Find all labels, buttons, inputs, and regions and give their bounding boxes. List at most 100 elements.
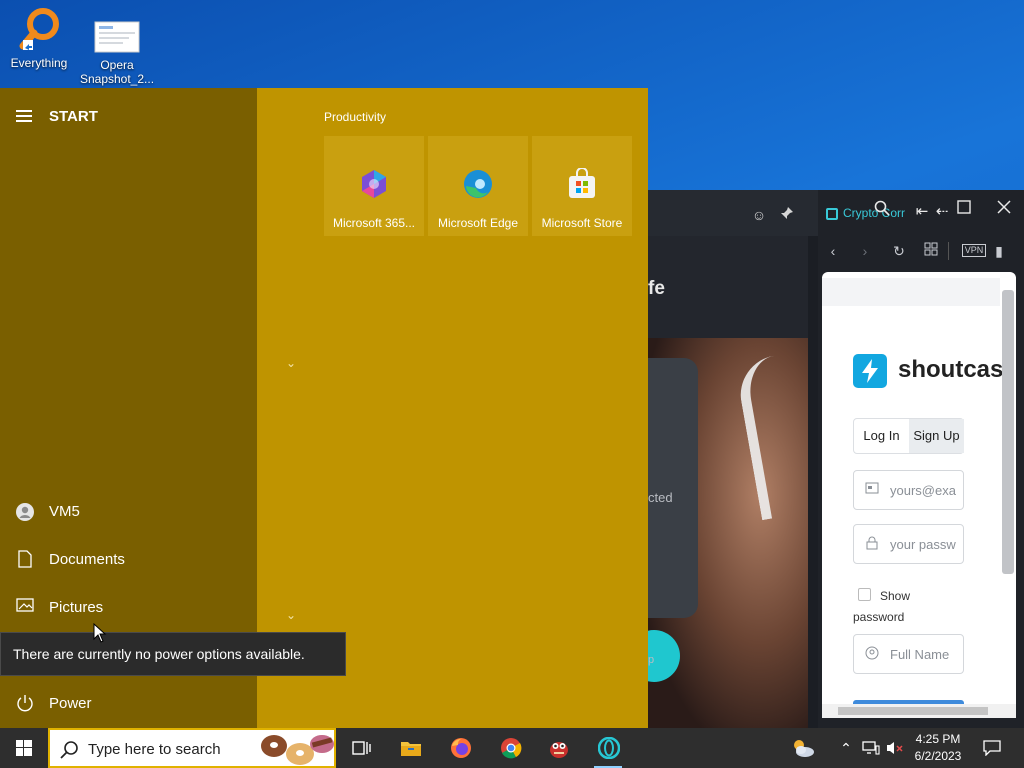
chrome-icon [500,737,522,759]
panel-app-icon [826,208,838,220]
status-text-fragment: cted [648,490,673,505]
document-icon [14,550,36,570]
edge-icon [462,168,494,200]
user-icon [14,502,36,522]
taskbar-opera[interactable] [584,728,632,768]
battery-icon[interactable]: ▮ [990,242,1008,260]
show-hidden-icons-icon[interactable]: ⌃ [836,728,856,768]
desktop-icon-everything[interactable]: Everything [0,6,78,70]
shoutcast-page: shoutcas Log In Sign Up Show password [822,272,1016,704]
taskbar-clock[interactable]: 4:25 PM 6/2/2023 [906,731,970,765]
tabs-grid-icon[interactable] [922,242,940,260]
taskbar-file-explorer[interactable] [386,728,434,768]
opera-page-content: fe cted p [648,236,808,728]
person-circle-icon [864,646,880,662]
nav-item-power[interactable]: Power [0,682,257,726]
search-icon[interactable] [872,200,892,220]
chevron-down-icon[interactable]: ⌄ [286,608,296,622]
desktop-icon-label: Opera Snapshot_2... [79,58,155,86]
weather-icon[interactable] [786,728,820,768]
fullname-input[interactable] [890,643,962,665]
taskbar: Type here to search ⌃ 4:25 PM 6/2/2023 [0,728,1024,768]
tile-group-title: Productivity [324,110,387,124]
clock-time: 4:25 PM [915,732,961,746]
taskbar-task-view[interactable] [336,728,384,768]
tile-label: Microsoft Edge [437,216,519,230]
email-input[interactable] [890,479,962,501]
shoutcast-logo-text: shoutcas [898,356,1004,383]
back-icon[interactable]: ‹ [824,242,842,260]
tab-sign-up[interactable]: Sign Up [909,419,964,453]
horizontal-scrollbar[interactable] [822,704,1016,718]
windows-logo-icon [16,740,32,756]
vertical-scrollbar[interactable] [1002,290,1014,574]
tile-microsoft-edge[interactable]: Microsoft Edge [428,136,528,236]
search-placeholder: Type here to search [88,741,221,758]
nav-item-label: Documents [49,551,125,568]
hamburger-menu-icon[interactable] [16,110,34,124]
nav-item-label: Pictures [49,599,104,616]
notifications-icon[interactable] [980,728,1004,768]
taskbar-chrome[interactable] [486,728,534,768]
small-text-fragment: p [648,654,655,666]
tile-microsoft-365[interactable]: Microsoft 365... [324,136,424,236]
desktop-icon-label: Everything [10,56,68,70]
password-field[interactable] [853,524,964,564]
fullname-field[interactable] [853,634,964,674]
auth-tabs: Log In Sign Up [853,418,964,454]
maximize-icon[interactable] [954,200,974,220]
taskbar-game-app[interactable] [534,728,582,768]
forward-icon[interactable]: › [856,242,874,260]
pin-sidebar-icon[interactable]: ⇠ [932,202,952,222]
nav-item-pictures[interactable]: Pictures [0,586,257,630]
power-icon [14,694,36,714]
envelope-icon [864,482,880,498]
lock-icon [864,536,880,552]
collapse-icon[interactable]: ⇤ [912,202,932,222]
nav-item-documents[interactable]: Documents [0,538,257,582]
game-app-icon [548,737,570,759]
content-card [648,358,698,618]
nav-item-label: VM5 [49,503,80,520]
close-icon[interactable] [994,200,1014,220]
firefox-icon [450,737,472,759]
task-view-icon [350,737,372,759]
mouse-cursor-icon [93,622,107,648]
chevron-down-icon[interactable]: ⌄ [286,356,296,370]
toolbar-divider [948,242,949,260]
show-password-label: Show password [853,589,911,624]
page-header-strip [822,278,1000,306]
password-input[interactable] [890,533,962,555]
taskbar-search-box[interactable]: Type here to search [48,728,336,768]
panel-toolbar: ‹ › ↻ VPN ▮ [818,234,1024,268]
tile-microsoft-store[interactable]: Microsoft Store [532,136,632,236]
desktop-icon-opera-snapshot[interactable]: Opera Snapshot_2... [78,20,156,86]
taskbar-firefox[interactable] [436,728,484,768]
reload-icon[interactable]: ↻ [890,242,908,260]
donuts-illustration-icon [260,732,336,766]
start-button[interactable] [0,728,48,768]
email-field[interactable] [853,470,964,510]
nav-item-label: Power [49,695,92,712]
power-tooltip: There are currently no power options ava… [0,632,346,676]
tile-label: Microsoft 365... [332,216,416,230]
volume-muted-icon[interactable] [884,728,906,768]
everything-app-icon [15,6,63,54]
clock-date: 6/2/2023 [914,749,962,763]
microsoft-365-icon [358,168,390,200]
store-icon [566,167,598,200]
network-icon[interactable] [860,728,882,768]
emoji-icon[interactable]: ☺ [750,206,768,224]
opera-icon [597,736,621,760]
tab-log-in[interactable]: Log In [854,419,909,453]
image-file-icon [93,20,141,56]
nav-item-user[interactable]: VM5 [0,490,257,534]
pin-icon[interactable] [778,206,796,224]
shoutcast-logo-icon [853,354,887,388]
vpn-badge[interactable]: VPN [962,244,986,257]
pictures-icon [14,598,36,618]
start-title: START [49,108,98,125]
page-heading-fragment: fe [648,278,665,299]
file-explorer-icon [400,737,422,759]
tile-label: Microsoft Store [541,216,623,230]
